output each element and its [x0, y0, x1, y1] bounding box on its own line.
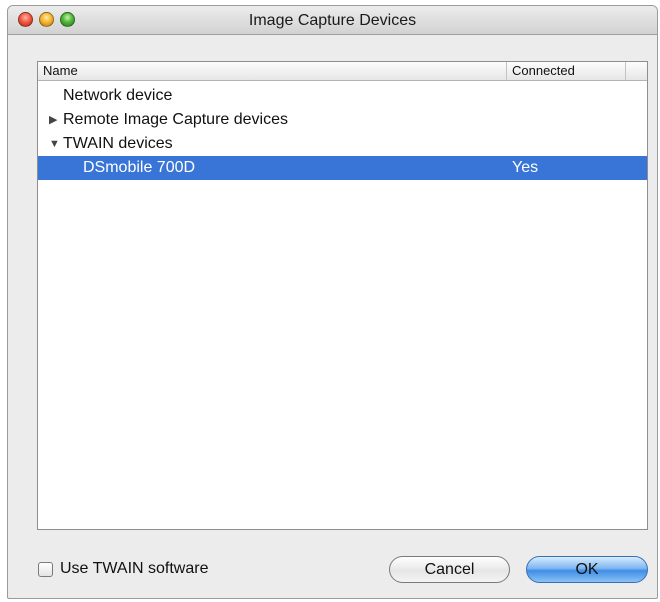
row-connected: Yes	[512, 159, 539, 176]
row-name: Remote Image Capture devices	[63, 111, 288, 128]
table-row-dsmobile-700d[interactable]: DSmobile 700D Yes	[38, 156, 647, 180]
devices-table: Name Connected Network device ▶ Remote I…	[37, 61, 648, 530]
table-header: Name Connected	[38, 62, 647, 81]
dialog-footer: Use TWAIN software Cancel OK	[8, 546, 657, 586]
disclosure-collapsed-icon[interactable]: ▶	[49, 108, 61, 132]
disclosure-expanded-icon[interactable]: ▼	[49, 132, 61, 156]
cancel-button[interactable]: Cancel	[389, 556, 510, 583]
use-twain-software-label[interactable]: Use TWAIN software	[60, 560, 208, 578]
table-row-twain-devices[interactable]: ▼ TWAIN devices	[38, 132, 647, 156]
table-row-network-device[interactable]: Network device	[38, 84, 647, 108]
window-title: Image Capture Devices	[248, 12, 417, 29]
column-header-spacer	[626, 62, 647, 80]
row-name: TWAIN devices	[63, 135, 173, 152]
title-bar: Image Capture Devices	[8, 6, 657, 35]
column-header-name[interactable]: Name	[38, 62, 507, 80]
table-row-remote-image-capture-devices[interactable]: ▶ Remote Image Capture devices	[38, 108, 647, 132]
image-capture-devices-window: Image Capture Devices Name Connected Net…	[7, 5, 658, 599]
row-name: Network device	[63, 87, 173, 104]
ok-button[interactable]: OK	[526, 556, 648, 583]
column-header-connected[interactable]: Connected	[507, 62, 626, 80]
use-twain-software-checkbox[interactable]	[38, 562, 53, 577]
row-name: DSmobile 700D	[83, 159, 196, 176]
